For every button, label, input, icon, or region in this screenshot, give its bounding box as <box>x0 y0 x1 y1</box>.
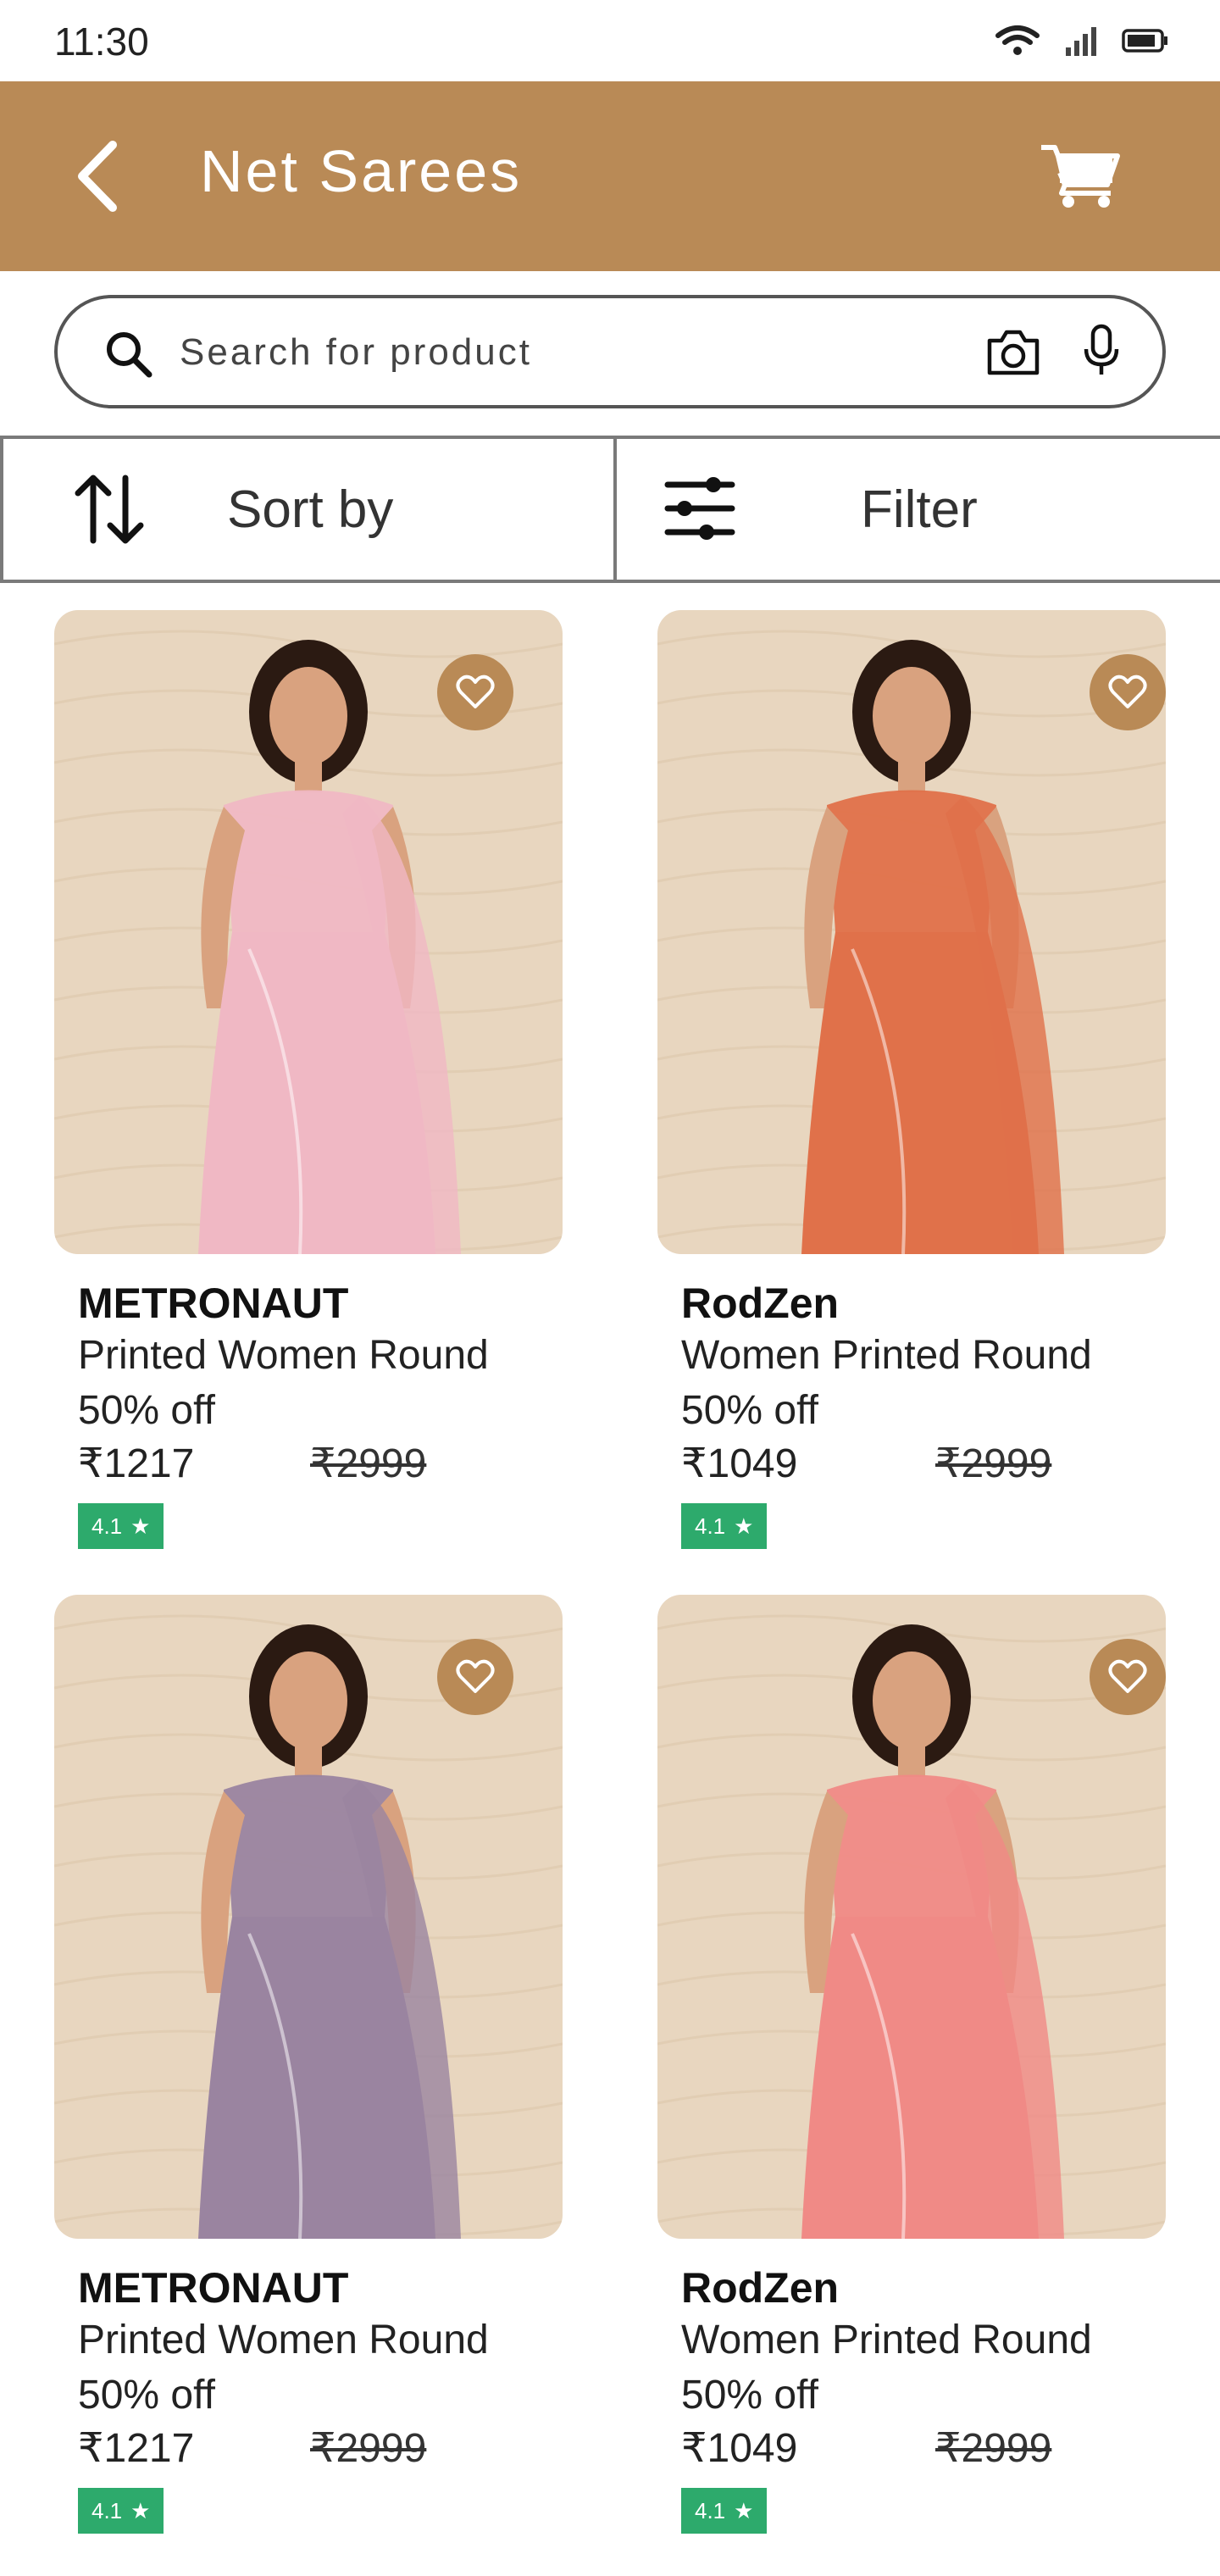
rating-badge: 4.1 ★ <box>681 1503 768 1549</box>
product-image[interactable] <box>54 1595 563 2239</box>
product-brand: METRONAUT <box>78 1280 349 1327</box>
microphone-icon <box>1084 324 1119 375</box>
product-card[interactable]: RodZen Women Printed Round 50% off ₹1049… <box>657 1595 1166 2534</box>
product-info: RodZen Women Printed Round 50% off ₹1049… <box>657 2239 1166 2534</box>
status-bar: 11:30 <box>0 0 1220 81</box>
product-image[interactable] <box>657 610 1166 1254</box>
product-brand: RodZen <box>681 2264 840 2312</box>
filter-button[interactable]: Filter <box>617 439 1220 580</box>
product-brand: METRONAUT <box>78 2264 349 2312</box>
search-icon <box>107 332 152 378</box>
product-mrp: ₹2999 <box>310 2426 427 2471</box>
search-bar <box>54 295 1166 408</box>
cart-button[interactable] <box>1034 132 1127 220</box>
sort-filter-bar: Sort by Filter <box>0 436 1220 583</box>
product-price: ₹1049 <box>681 1441 798 1486</box>
product-prices: ₹1049 ₹2999 <box>681 1439 1166 1490</box>
rating-badge: 4.1 ★ <box>78 2488 164 2534</box>
product-image[interactable] <box>657 1595 1166 2239</box>
rating-badge: 4.1 ★ <box>681 2488 768 2534</box>
status-time: 11:30 <box>54 19 149 64</box>
battery-icon <box>1122 29 1167 53</box>
product-mrp: ₹2999 <box>935 2426 1052 2471</box>
sort-arrows-icon <box>75 475 144 544</box>
product-price: ₹1049 <box>681 2426 798 2471</box>
product-card[interactable]: RodZen Women Printed Round 50% off ₹1049… <box>657 610 1166 1549</box>
filter-label: Filter <box>861 480 978 539</box>
product-name: Women Printed Round <box>681 2318 1092 2362</box>
product-brand: RodZen <box>681 1280 840 1327</box>
app-bar: Net Sarees <box>0 81 1220 271</box>
rating-badge: 4.1 ★ <box>78 1503 164 1549</box>
product-prices: ₹1049 ₹2999 <box>681 2423 1166 2474</box>
product-discount: 50% off <box>681 2373 818 2418</box>
camera-search-button[interactable] <box>984 327 1042 382</box>
rating-value: 4.1 <box>695 2497 726 2523</box>
heart-icon <box>1108 675 1147 708</box>
product-image[interactable] <box>54 610 563 1254</box>
product-prices: ₹1217 ₹2999 <box>78 1439 563 1490</box>
product-price: ₹1217 <box>78 1441 195 1486</box>
product-name: Women Printed Round <box>681 1333 1092 1378</box>
product-discount: 50% off <box>78 1388 215 1433</box>
status-icons <box>995 24 1169 58</box>
star-icon: ★ <box>734 1513 754 1539</box>
product-mrp: ₹2999 <box>935 1441 1052 1486</box>
product-price: ₹1217 <box>78 2426 195 2471</box>
voice-search-button[interactable] <box>1083 324 1120 382</box>
sort-button[interactable]: Sort by <box>0 439 617 580</box>
product-card[interactable]: METRONAUT Printed Women Round 50% off ₹1… <box>54 1595 563 2534</box>
saree-model-image <box>657 630 1166 1254</box>
wifi-icon <box>995 25 1040 55</box>
star-icon: ★ <box>734 2497 754 2523</box>
rating-value: 4.1 <box>92 2497 123 2523</box>
product-info: RodZen Women Printed Round 50% off ₹1049… <box>657 1254 1166 1549</box>
rating-value: 4.1 <box>695 1513 726 1539</box>
product-mrp: ₹2999 <box>310 1441 427 1486</box>
star-icon: ★ <box>130 2497 151 2523</box>
product-name: Printed Women Round <box>78 1333 489 1378</box>
product-name: Printed Women Round <box>78 2318 489 2362</box>
heart-icon <box>456 675 495 708</box>
product-discount: 50% off <box>78 2373 215 2418</box>
saree-model-image <box>657 1614 1166 2239</box>
wishlist-button[interactable] <box>1090 1639 1166 1715</box>
cart-icon <box>1041 145 1120 208</box>
search-input[interactable] <box>180 324 1010 381</box>
camera-icon <box>987 330 1040 375</box>
signal-icon <box>1066 27 1096 56</box>
product-prices: ₹1217 ₹2999 <box>78 2423 563 2474</box>
heart-icon <box>456 1659 495 1693</box>
back-arrow-icon <box>78 141 117 212</box>
wishlist-button[interactable] <box>437 654 513 730</box>
rating-value: 4.1 <box>92 1513 123 1539</box>
page-title: Net Sarees <box>200 138 523 204</box>
product-info: METRONAUT Printed Women Round 50% off ₹1… <box>54 2239 563 2534</box>
heart-icon <box>1108 1659 1147 1693</box>
back-button[interactable] <box>59 132 136 220</box>
product-card[interactable]: METRONAUT Printed Women Round 50% off ₹1… <box>54 610 563 1549</box>
filter-sliders-icon <box>664 477 735 540</box>
star-icon: ★ <box>130 1513 151 1539</box>
wishlist-button[interactable] <box>437 1639 513 1715</box>
sort-label: Sort by <box>227 480 394 539</box>
wishlist-button[interactable] <box>1090 654 1166 730</box>
product-discount: 50% off <box>681 1388 818 1433</box>
product-info: METRONAUT Printed Women Round 50% off ₹1… <box>54 1254 563 1549</box>
